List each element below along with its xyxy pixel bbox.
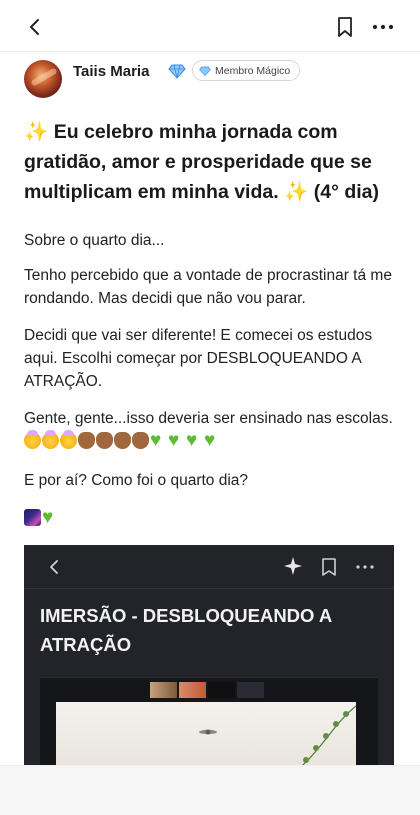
bookmark-icon [322, 558, 336, 576]
author-name[interactable]: Taiis Maria [73, 63, 149, 80]
title-suffix: (4° dia) [308, 181, 379, 203]
clapping-hands-icon [114, 432, 131, 449]
sparkles-icon: ✨ [284, 181, 309, 203]
badge-label: Membro Mágico [215, 64, 291, 77]
sparkle-icon [284, 557, 302, 575]
exploding-head-icon [42, 430, 59, 449]
ceiling-fan-icon [199, 729, 217, 735]
participant-thumbnails [150, 682, 264, 698]
more-horizontal-icon [372, 24, 394, 30]
avatar[interactable] [24, 60, 62, 98]
video-preview [40, 677, 378, 775]
member-badge: Membro Mágico [192, 60, 301, 81]
clapping-hands-icon [78, 432, 95, 449]
paragraph-6 [24, 507, 396, 530]
green-heart-icon [168, 432, 185, 449]
embedded-screenshot[interactable]: IMERSÃO - DESBLOQUEANDO A ATRAÇÃO [24, 545, 394, 775]
back-button[interactable] [22, 14, 48, 40]
chevron-left-icon [50, 560, 58, 574]
emoji-row [24, 430, 222, 450]
more-options-button[interactable] [370, 15, 396, 39]
participant-thumbnail [237, 682, 264, 698]
bottom-bar [0, 765, 420, 815]
post-title: ✨ Eu celebro minha jornada com gratidão,… [24, 117, 396, 207]
green-heart-icon [186, 432, 203, 449]
milky-way-icon [24, 509, 41, 526]
top-bar [0, 0, 420, 52]
sparkles-icon: ✨ [24, 121, 49, 143]
participant-thumbnail [150, 682, 177, 698]
bookmark-icon [338, 17, 352, 37]
green-heart-icon [42, 509, 59, 526]
author-row: Taiis Maria Membro Mágico [24, 58, 404, 100]
exploding-head-icon [60, 430, 77, 449]
clapping-hands-icon [96, 432, 113, 449]
participant-thumbnail [179, 682, 206, 698]
green-heart-icon [204, 432, 221, 449]
paragraph-2: Tenho percebido que a vontade de procras… [24, 267, 392, 307]
green-heart-icon [150, 432, 167, 449]
gem-icon [199, 66, 211, 76]
more-horizontal-icon [356, 565, 374, 569]
paragraph-1: Sobre o quarto dia... [24, 232, 165, 249]
screenshot-top-bar [24, 545, 394, 589]
clapping-hands-icon [132, 432, 149, 449]
paragraph-3: Decidi que vai ser diferente! E comecei … [24, 327, 373, 390]
bookmark-button[interactable] [333, 15, 357, 39]
participant-thumbnail [208, 682, 235, 698]
gem-icon [168, 64, 186, 79]
chevron-left-icon [30, 19, 39, 35]
paragraph-4: Gente, gente...isso deveria ser ensinado… [24, 407, 396, 453]
paragraph-5: E por aí? Como foi o quarto dia? [24, 472, 249, 489]
exploding-head-icon [24, 430, 41, 449]
paragraph-4-text: Gente, gente...isso deveria ser ensinado… [24, 410, 393, 427]
screenshot-title: IMERSÃO - DESBLOQUEANDO A ATRAÇÃO [40, 605, 332, 655]
